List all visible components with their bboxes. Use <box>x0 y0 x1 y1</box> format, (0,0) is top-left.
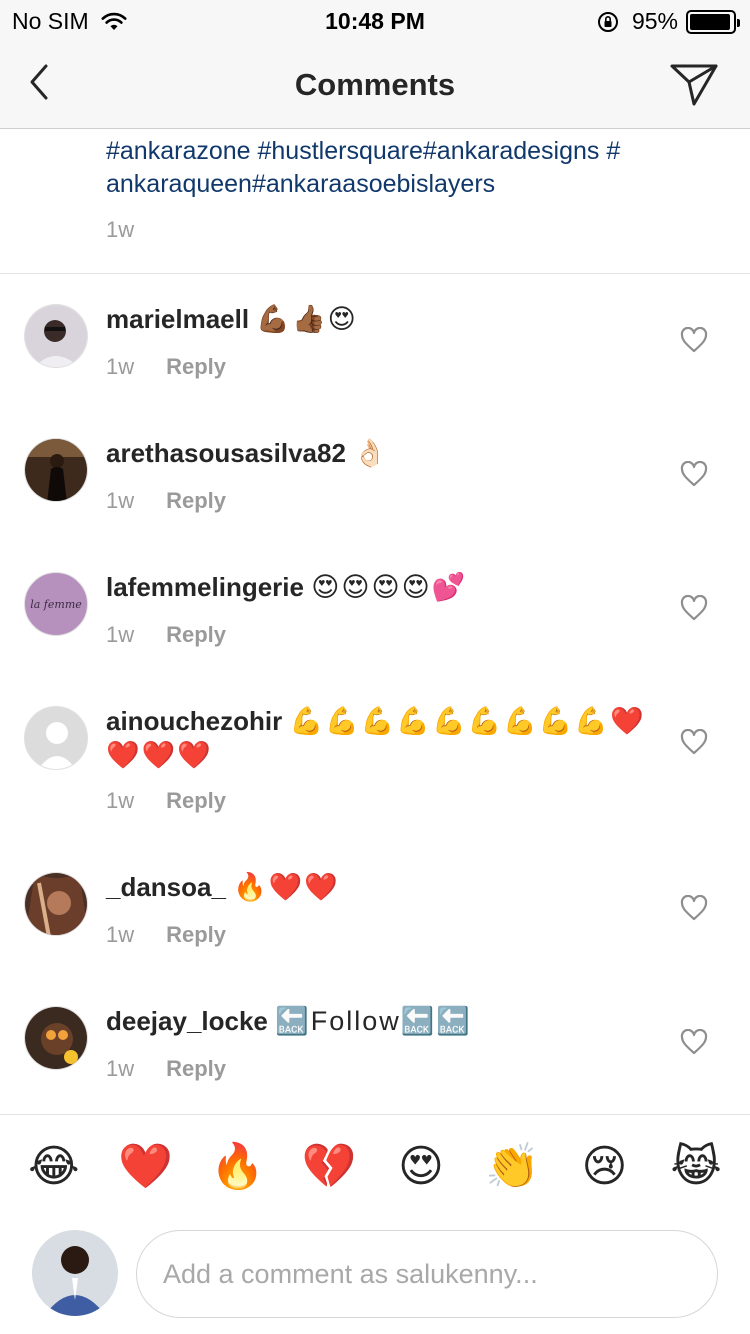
emoji-crying-button[interactable]: 😢 <box>569 1132 639 1202</box>
emoji-clapping-button[interactable]: 👏 <box>478 1132 548 1202</box>
comment-item: marielmaell 💪🏾👍🏾😍 1w Reply <box>0 274 750 408</box>
avatar[interactable] <box>24 438 88 502</box>
send-direct-icon[interactable] <box>668 60 720 108</box>
add-comment-input[interactable] <box>136 1230 718 1318</box>
emoji-tears-of-joy-button[interactable]: 😂 <box>19 1132 89 1202</box>
quick-emoji-bar: 😂 ❤️ 🔥 💔 😍 👏 😢 😹 <box>0 1114 750 1218</box>
comment-item: deejay_locke 🔙Follow🔙🔙 1w Reply <box>0 976 750 1110</box>
comment-username[interactable]: marielmaell <box>106 304 249 334</box>
page-title: Comments <box>294 67 456 102</box>
caption-hashtags[interactable]: #ankarazone #hustlersquare#ankaradesigns… <box>106 135 726 201</box>
status-bar: No SIM 10:48 PM 95% <box>0 0 750 40</box>
avatar[interactable]: la femme <box>24 572 88 636</box>
nav-bar: Comments <box>0 40 750 129</box>
comment-timestamp: 1w <box>106 622 135 647</box>
emoji-heart-eyes-button[interactable]: 😍 <box>386 1132 456 1202</box>
battery-fill <box>690 13 730 30</box>
emoji-cat-joy-button[interactable]: 😹 <box>661 1132 731 1202</box>
comment-username[interactable]: _dansoa_ <box>106 872 226 902</box>
avatar[interactable] <box>24 1006 88 1070</box>
reply-button[interactable]: Reply <box>166 622 226 648</box>
comment-text: 🔙Follow🔙🔙 <box>275 1006 472 1036</box>
emoji-red-heart-button[interactable]: ❤️ <box>111 1132 181 1202</box>
comment-text: 👌🏻 <box>353 438 389 468</box>
reply-button[interactable]: Reply <box>166 488 226 514</box>
avatar-brand-text: la femme <box>30 597 82 611</box>
comment-username[interactable]: lafemmelingerie <box>106 572 304 602</box>
status-right: 95% <box>596 8 740 35</box>
comment-timestamp: 1w <box>106 922 135 947</box>
emoji-broken-heart-button[interactable]: 💔 <box>294 1132 364 1202</box>
battery-percent: 95% <box>631 8 678 34</box>
post-caption: #ankarazone #hustlersquare#ankaradesigns… <box>0 129 750 274</box>
comment-text: 💪🏾👍🏾😍 <box>256 304 358 334</box>
caption-timestamp: 1w <box>106 217 135 242</box>
like-heart-icon[interactable] <box>680 895 708 921</box>
comment-text: 🔥❤️❤️ <box>233 872 341 902</box>
current-user-avatar <box>32 1230 118 1316</box>
battery-icon <box>686 9 740 34</box>
comment-timestamp: 1w <box>106 788 135 813</box>
comment-username[interactable]: deejay_locke <box>106 1006 268 1036</box>
avatar[interactable] <box>24 304 88 368</box>
emoji-fire-button[interactable]: 🔥 <box>202 1132 272 1202</box>
avatar[interactable] <box>24 872 88 936</box>
comment-username[interactable]: ainouchezohir <box>106 706 282 736</box>
avatar[interactable] <box>24 706 88 770</box>
like-heart-icon[interactable] <box>680 1029 708 1055</box>
comment-compose-row <box>0 1218 750 1334</box>
comment-username[interactable]: arethasousasilva82 <box>106 438 346 468</box>
comment-item: arethasousasilva82 👌🏻 1w Reply <box>0 408 750 542</box>
comment-text: 😍😍😍😍💕 <box>311 572 468 602</box>
comment-timestamp: 1w <box>106 1056 135 1081</box>
comment-item: ainouchezohir 💪💪💪💪💪💪💪💪💪❤️❤️❤️❤️ 1w Reply <box>0 676 750 842</box>
reply-button[interactable]: Reply <box>166 354 226 380</box>
reply-button[interactable]: Reply <box>166 922 226 948</box>
reply-button[interactable]: Reply <box>166 788 226 814</box>
like-heart-icon[interactable] <box>680 729 708 755</box>
comment-timestamp: 1w <box>106 354 135 379</box>
orientation-lock-icon <box>597 11 618 32</box>
comment-item: _dansoa_ 🔥❤️❤️ 1w Reply <box>0 842 750 976</box>
reply-button[interactable]: Reply <box>166 1056 226 1082</box>
like-heart-icon[interactable] <box>680 327 708 353</box>
like-heart-icon[interactable] <box>680 595 708 621</box>
like-heart-icon[interactable] <box>680 461 708 487</box>
comment-timestamp: 1w <box>106 488 135 513</box>
comment-item: la femme lafemmelingerie 😍😍😍😍💕 1w Reply <box>0 542 750 676</box>
